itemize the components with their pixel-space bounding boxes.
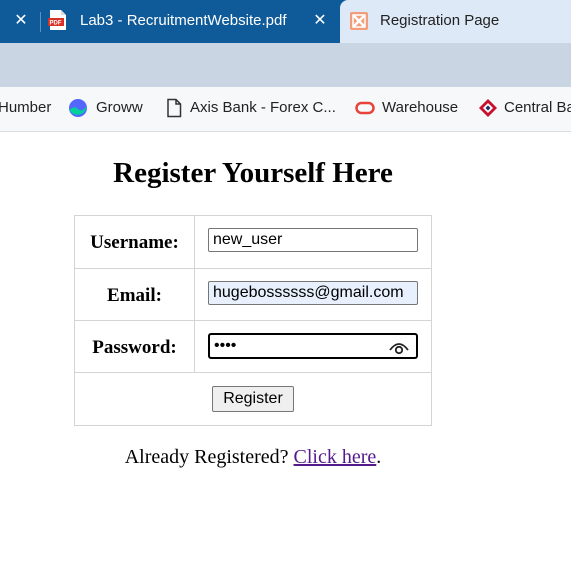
bookmark-humber[interactable]: Humber (0, 87, 51, 131)
bookmark-label: Groww (96, 99, 143, 116)
xampp-icon (350, 12, 368, 30)
tab-title: Registration Page (380, 12, 500, 29)
central-bank-icon (479, 99, 497, 117)
password-label: Password: (92, 337, 177, 358)
login-prompt-suffix: . (376, 446, 382, 468)
tab-separator (40, 12, 41, 32)
username-label: Username: (90, 232, 179, 253)
tab-pdf[interactable]: ✕ PDF Lab3 - RecruitmentWebsite.pdf ✕ (0, 0, 340, 43)
password-field[interactable]: •••• (208, 333, 418, 359)
svg-text:PDF: PDF (50, 21, 62, 27)
groww-icon (69, 99, 87, 117)
bookmarks-bar: Humber Groww Axis Bank - Forex C... Ware… (0, 87, 571, 132)
bookmark-label: Warehouse (382, 99, 459, 116)
close-icon[interactable]: ✕ (311, 12, 329, 30)
oracle-icon (355, 101, 375, 115)
close-icon[interactable]: ✕ (12, 12, 30, 30)
login-prompt: Already Registered? Click here. (0, 446, 506, 469)
reveal-password-icon[interactable] (388, 338, 410, 356)
bookmark-label: Axis Bank - Forex C... (190, 99, 336, 116)
register-button[interactable]: Register (212, 386, 294, 412)
email-field[interactable]: hugebossssss@gmail.com (208, 281, 418, 305)
table-divider (75, 320, 431, 321)
table-divider (194, 216, 195, 372)
table-divider (75, 268, 431, 269)
login-prompt-text: Already Registered? (124, 446, 289, 468)
registration-form: Username: new_user Email: hugebossssss@g… (74, 215, 432, 426)
page-title: Register Yourself Here (113, 157, 393, 189)
document-icon (167, 98, 182, 118)
tab-strip: ✕ PDF Lab3 - RecruitmentWebsite.pdf ✕ Re… (0, 0, 571, 43)
username-field[interactable]: new_user (208, 228, 418, 252)
pdf-icon: PDF (48, 10, 66, 30)
table-divider (75, 372, 431, 373)
email-label: Email: (107, 285, 162, 306)
bookmark-label: Central Ba (504, 99, 571, 116)
address-bar-area (0, 43, 571, 87)
bookmark-label: Humber (0, 99, 52, 116)
password-value: •••• (214, 337, 237, 354)
tab-title: Lab3 - RecruitmentWebsite.pdf (80, 12, 287, 29)
login-link[interactable]: Click here (294, 446, 377, 468)
tab-registration[interactable]: Registration Page (340, 0, 571, 43)
